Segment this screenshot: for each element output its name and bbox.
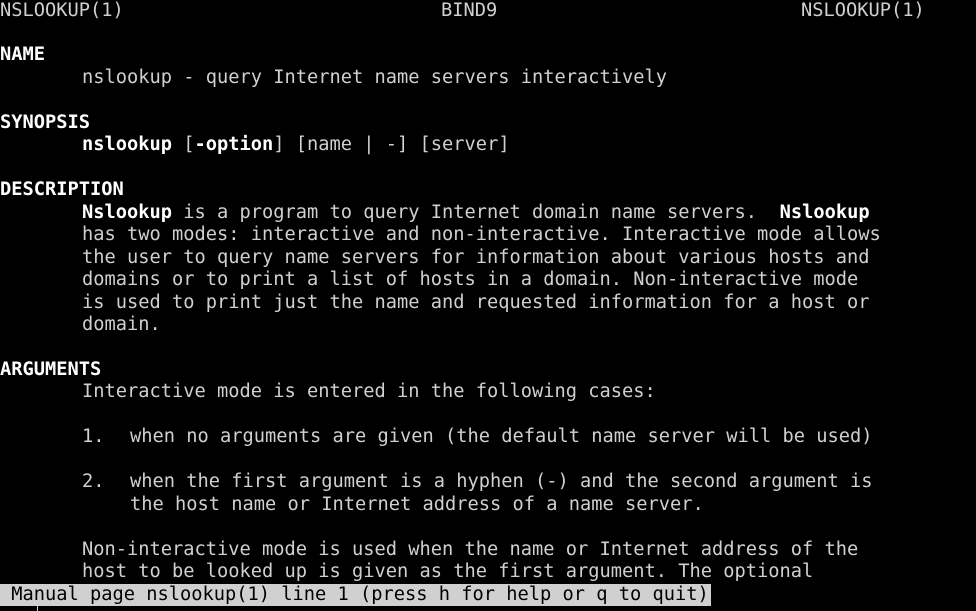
arguments-paragraph-line: host to be looked up is given as the fir… bbox=[82, 561, 814, 582]
man-header-center: BIND9 bbox=[441, 0, 498, 21]
pager-status-bar: Manual page nslookup(1) line 1 (press h … bbox=[0, 584, 711, 606]
list-item-number: 1. bbox=[82, 426, 105, 447]
synopsis-command: nslookup bbox=[82, 134, 173, 155]
arguments-intro: Interactive mode is entered in the follo… bbox=[82, 381, 656, 402]
description-line: the user to query name servers for infor… bbox=[82, 247, 870, 268]
section-heading-description: DESCRIPTION bbox=[0, 179, 124, 200]
terminal-cursor bbox=[37, 606, 38, 611]
synopsis-bracket: [ bbox=[172, 134, 195, 155]
description-line-1: Nslookup is a program to query Internet … bbox=[82, 202, 870, 224]
terminal-window[interactable]: NSLOOKUP(1) BIND9 NSLOOKUP(1) NAME nsloo… bbox=[0, 0, 976, 611]
list-item-text: when the first argument is a hyphen (-) … bbox=[130, 471, 873, 492]
synopsis-option: -option bbox=[194, 134, 274, 155]
list-item-number: 2. bbox=[82, 471, 105, 492]
description-line: domains or to print a list of hosts in a… bbox=[82, 269, 859, 290]
description-line: is used to print just the name and reque… bbox=[82, 292, 870, 313]
arguments-paragraph-line: Non-interactive mode is used when the na… bbox=[82, 539, 859, 560]
section-heading-synopsis: SYNOPSIS bbox=[0, 112, 91, 133]
description-bold-nslookup: Nslookup bbox=[82, 202, 173, 223]
description-line: has two modes: interactive and non-inter… bbox=[82, 224, 881, 245]
name-description: nslookup - query Internet name servers i… bbox=[82, 67, 668, 88]
list-item-text: when no arguments are given (the default… bbox=[130, 426, 873, 447]
synopsis-line: nslookup [-option] [name | -] [server] bbox=[82, 134, 510, 156]
list-item-text-continued: the host name or Internet address of a n… bbox=[130, 494, 704, 515]
description-bold-nslookup-2: Nslookup bbox=[779, 202, 870, 223]
section-heading-arguments: ARGUMENTS bbox=[0, 359, 102, 380]
man-header-right: NSLOOKUP(1) bbox=[801, 0, 925, 21]
description-text: is a program to query Internet domain na… bbox=[172, 202, 780, 223]
synopsis-args: ] [name | -] [server] bbox=[273, 134, 510, 155]
section-heading-name: NAME bbox=[0, 44, 46, 65]
man-header-left: NSLOOKUP(1) bbox=[0, 0, 124, 21]
description-line: domain. bbox=[82, 314, 161, 335]
